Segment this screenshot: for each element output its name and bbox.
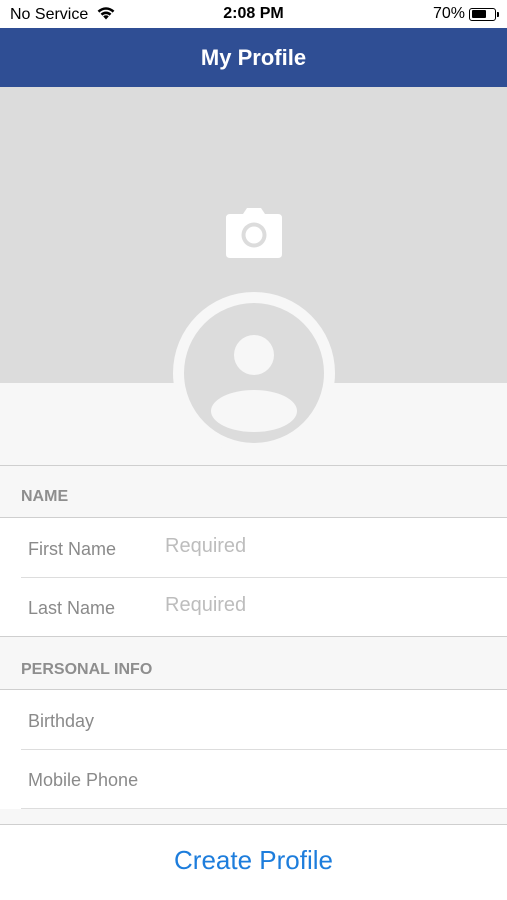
row-divider	[21, 577, 507, 578]
section-header-name: NAME	[21, 488, 69, 505]
section-divider	[0, 465, 507, 466]
battery-icon	[469, 7, 496, 21]
first-name-label: First Name	[28, 539, 117, 559]
nav-bar: My Profile	[0, 28, 507, 87]
camera-icon[interactable]	[226, 208, 282, 258]
avatar[interactable]	[173, 292, 335, 454]
first-name-field[interactable]	[165, 535, 485, 558]
birthday-field[interactable]: Birthday	[28, 711, 94, 732]
mobile-phone-field[interactable]: Mobile Phone	[28, 770, 138, 791]
row-divider	[21, 808, 507, 809]
section-header-personal-info: PERSONAL INFO	[21, 661, 153, 678]
last-name-field[interactable]	[165, 594, 485, 617]
person-placeholder-icon	[184, 303, 324, 443]
row-divider	[21, 749, 507, 750]
status-right: 70%	[433, 5, 499, 23]
page-title: My Profile	[200, 44, 307, 70]
status-time: 2:08 PM	[223, 5, 284, 22]
last-name-label: Last Name	[28, 598, 116, 618]
create-profile-button[interactable]: Create Profile	[0, 845, 507, 876]
status-bar: No Service 2:08 PM 70%	[0, 0, 507, 28]
section-divider	[0, 636, 507, 637]
battery-cap	[497, 11, 499, 17]
battery-percent: 70%	[432, 5, 465, 22]
